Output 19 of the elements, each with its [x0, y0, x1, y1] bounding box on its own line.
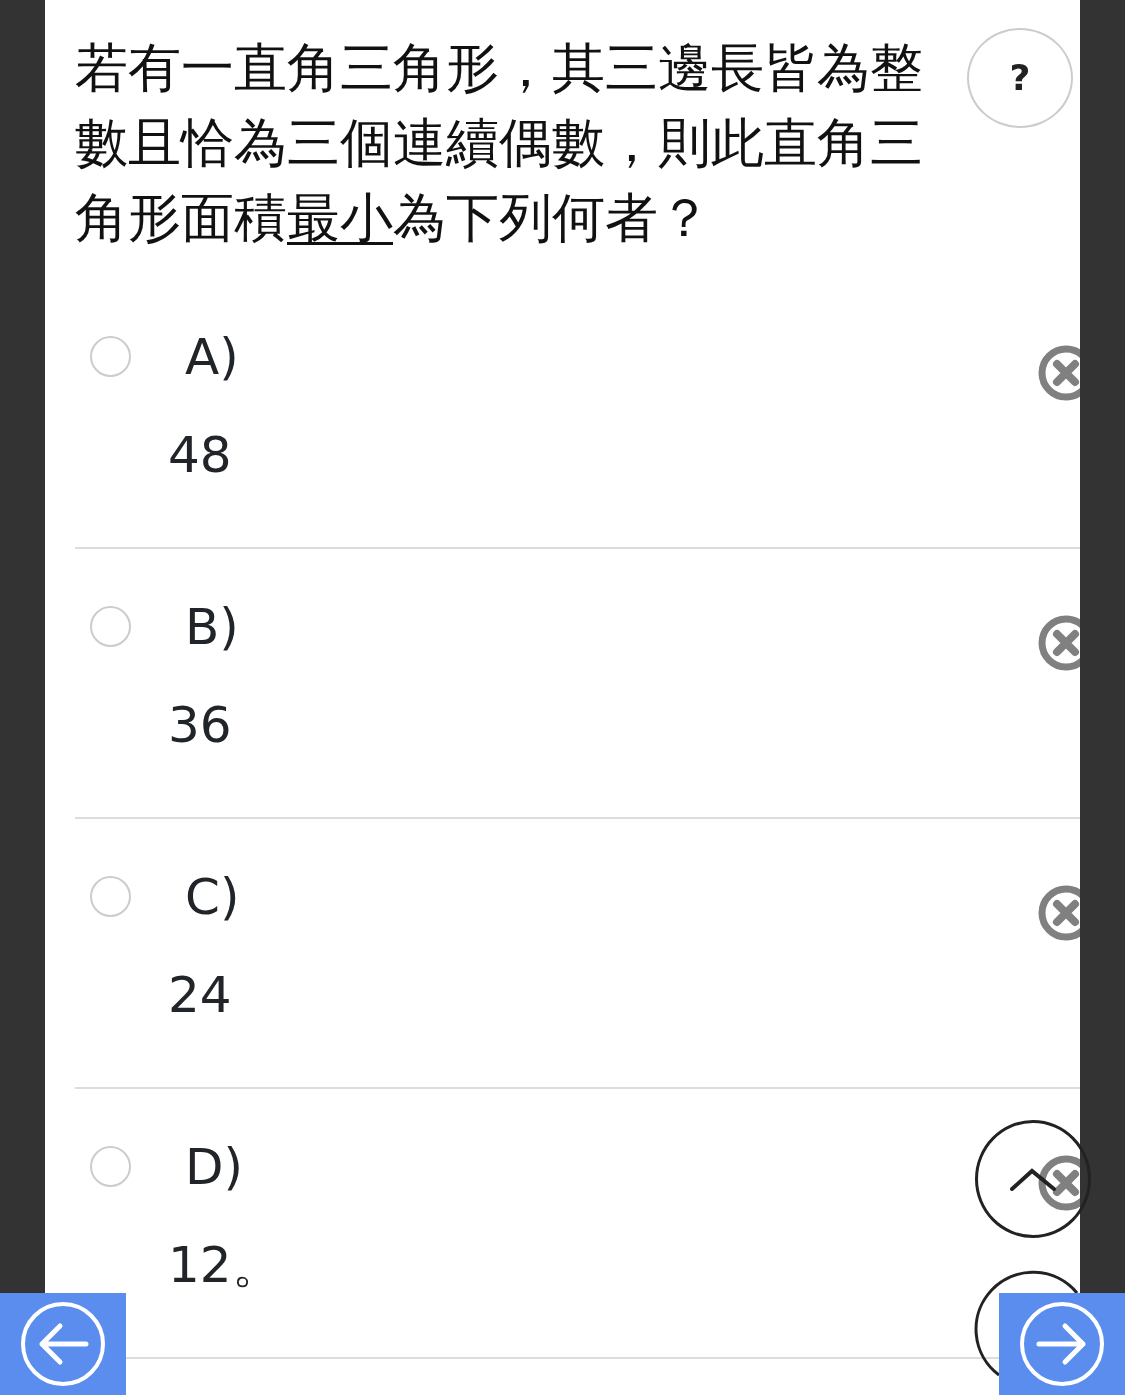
option-letter: B)	[185, 597, 239, 657]
help-button[interactable]: ?	[967, 28, 1073, 128]
radio-button[interactable]	[90, 336, 131, 377]
option-text: 48	[168, 425, 233, 485]
scroll-top-button[interactable]	[975, 1120, 1091, 1238]
round-button[interactable]	[974, 1270, 1079, 1377]
radio-button[interactable]	[90, 1146, 131, 1187]
question-text: 若有一直角三角形，其三邊長皆為整數且恰為三個連續偶數，則此直角三角形面積最小為下列何者？	[75, 36, 924, 250]
option-text: 36	[168, 695, 233, 755]
chevron-up-icon	[1010, 1167, 1056, 1192]
option-letter: A)	[185, 327, 239, 387]
radio-button[interactable]	[90, 876, 131, 917]
option-text: 12。	[168, 1235, 283, 1295]
option-text: 24	[168, 965, 233, 1025]
option-letter: D)	[185, 1137, 243, 1197]
radio-button[interactable]	[90, 606, 131, 647]
remove-icon[interactable]	[1038, 1155, 1080, 1211]
back-button[interactable]	[0, 1293, 126, 1395]
option-letter: C)	[185, 867, 240, 927]
